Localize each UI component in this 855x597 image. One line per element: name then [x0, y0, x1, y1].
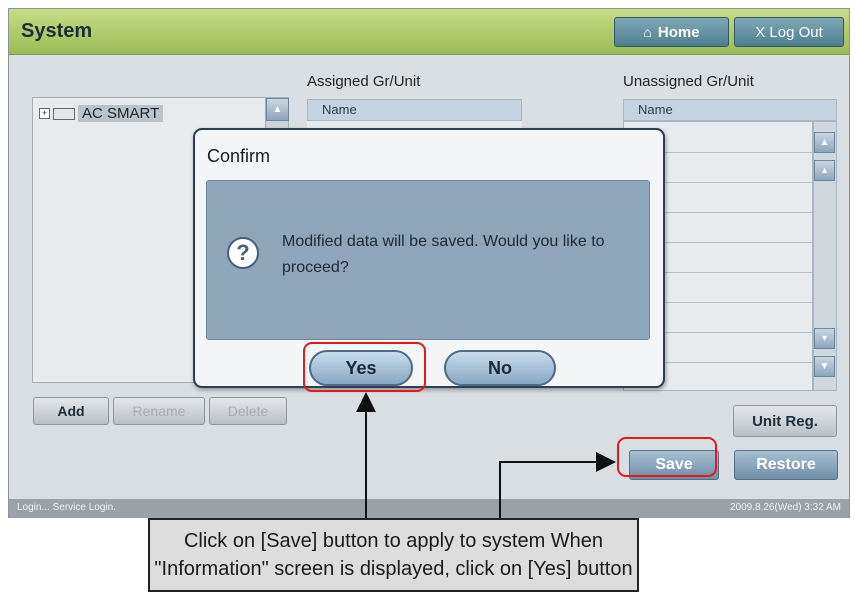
page-title: System — [21, 20, 93, 42]
logout-button[interactable]: X Log Out — [734, 17, 844, 47]
title-bar: System ⌂ Home X Log Out — [9, 9, 849, 55]
dialog-message: Modified data will be saved. Would you l… — [282, 233, 605, 276]
save-highlight — [617, 437, 717, 477]
tree-item-ac-smart[interactable]: + AC SMART — [39, 105, 164, 122]
scroll-top-icon[interactable]: ▲ — [814, 132, 835, 153]
assigned-label: Assigned Gr/Unit — [307, 73, 421, 90]
no-button[interactable]: No — [444, 350, 556, 386]
scroll-top-icon[interactable]: ▲ — [266, 98, 289, 121]
unassigned-label: Unassigned Gr/Unit — [623, 73, 754, 90]
yes-highlight — [303, 342, 426, 392]
datetime: 2009.8.26(Wed) 3:32 AM — [730, 502, 841, 513]
unit-reg-button[interactable]: Unit Reg. — [733, 405, 837, 437]
scroll-down-icon[interactable]: ▾ — [814, 328, 835, 349]
delete-button[interactable]: Delete — [209, 397, 287, 425]
scroll-bottom-icon[interactable]: ▼ — [814, 356, 835, 377]
unassigned-column-header: Name — [623, 99, 837, 121]
confirm-dialog: Confirm ? Modified data will be saved. W… — [193, 128, 665, 388]
home-button[interactable]: ⌂ Home — [614, 17, 729, 47]
restore-button[interactable]: Restore — [734, 450, 838, 480]
status-bar: Login... Service Login. 2009.8.26(Wed) 3… — [9, 499, 849, 518]
dialog-title: Confirm — [207, 146, 271, 166]
expand-icon[interactable]: + — [39, 108, 50, 119]
login-status: Login... Service Login. — [17, 502, 116, 513]
home-icon: ⌂ — [643, 24, 652, 40]
scroll-up-icon[interactable]: ▴ — [814, 160, 835, 181]
home-label: Home — [657, 23, 700, 41]
unassigned-scrollbar[interactable]: ▲ ▴ ▾ ▼ — [813, 121, 837, 391]
question-icon: ? — [227, 237, 259, 269]
folder-icon — [53, 107, 75, 120]
assigned-column-header: Name — [307, 99, 522, 121]
add-button[interactable]: Add — [33, 397, 109, 425]
rename-button[interactable]: Rename — [113, 397, 205, 425]
dialog-message-panel: ? Modified data will be saved. Would you… — [206, 180, 650, 340]
callout-text: Click on [Save] button to apply to syste… — [154, 530, 633, 580]
instruction-callout: Click on [Save] button to apply to syste… — [148, 518, 639, 592]
tree-item-label: AC SMART — [78, 105, 164, 122]
